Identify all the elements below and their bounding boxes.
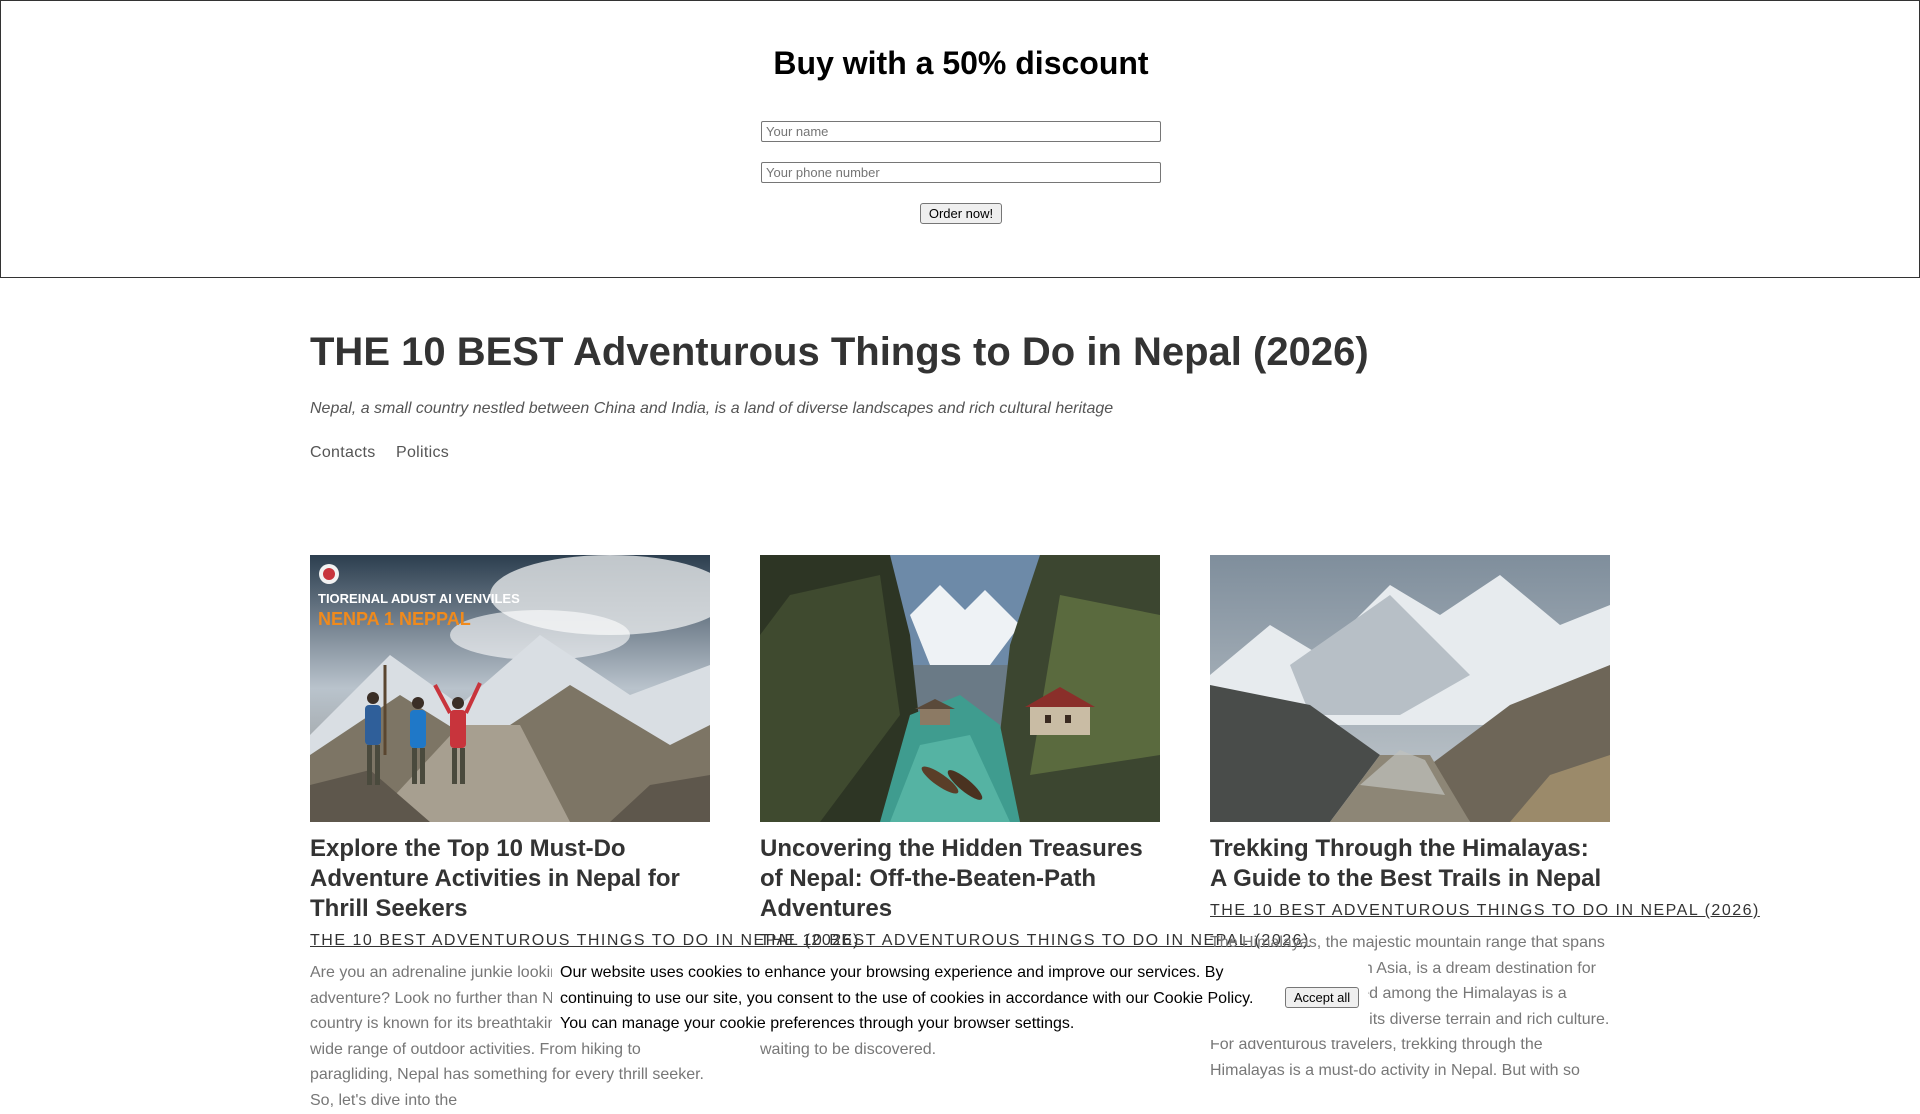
image-caption-line1: TIOREINAL ADUST AI VENVILES: [318, 591, 520, 606]
site-tagline: Nepal, a small country nestled between C…: [310, 400, 1114, 417]
accept-all-button[interactable]: Accept all: [1285, 987, 1359, 1008]
order-now-button[interactable]: Order now!: [920, 203, 1002, 224]
nav-contacts[interactable]: Contacts: [310, 444, 376, 461]
site-title[interactable]: THE 10 BEST Adventurous Things to Do in …: [310, 330, 1369, 375]
card-category-link[interactable]: THE 10 BEST ADVENTUROUS THINGS TO DO IN …: [310, 932, 858, 950]
discount-form-panel: Buy with a 50% discount Order now!: [0, 0, 1920, 278]
card-title[interactable]: Uncovering the Hidden Treasures of Nepal…: [760, 834, 1160, 924]
cookie-text: Our website uses cookies to enhance your…: [560, 964, 1254, 1033]
phone-input[interactable]: [761, 162, 1161, 183]
promo-title: Buy with a 50% discount: [773, 45, 1149, 81]
name-input[interactable]: [761, 121, 1161, 142]
river-valley-village-image[interactable]: [760, 555, 1160, 822]
card-title[interactable]: Trekking Through the Himalayas: A Guide …: [1210, 834, 1610, 894]
himalaya-valley-image[interactable]: [1210, 555, 1610, 822]
cookie-banner: Our website uses cookies to enhance your…: [552, 955, 1368, 1040]
main-nav: Contacts Politics: [310, 444, 465, 462]
image-caption-line2: NENPA 1 NEPPAL: [318, 609, 471, 629]
card-category-link[interactable]: THE 10 BEST ADVENTUROUS THINGS TO DO IN …: [1210, 902, 1758, 920]
card-category-link[interactable]: THE 10 BEST ADVENTUROUS THINGS TO DO IN …: [760, 932, 1308, 950]
card-title[interactable]: Explore the Top 10 Must-Do Adventure Act…: [310, 834, 710, 924]
nav-politics[interactable]: Politics: [396, 444, 449, 461]
trekkers-mountain-trail-image[interactable]: TIOREINAL ADUST AI VENVILES NENPA 1 NEPP…: [310, 555, 710, 822]
